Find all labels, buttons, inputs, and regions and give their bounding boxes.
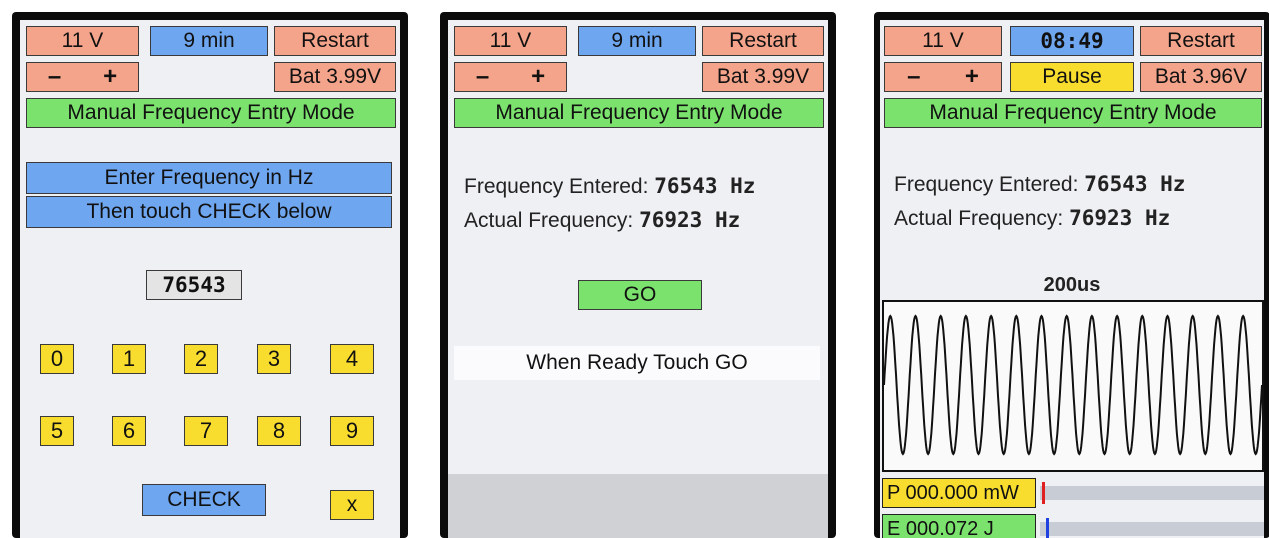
voltage-adjust: – +	[884, 62, 1002, 92]
minus-button[interactable]: –	[48, 63, 61, 91]
actual-frequency-label: Actual Frequency:	[894, 207, 1064, 230]
digit-button-2[interactable]: 2	[184, 344, 218, 374]
cancel-button[interactable]: x	[330, 490, 374, 520]
digit-button-5[interactable]: 5	[40, 416, 74, 446]
battery-indicator: Bat 3.99V	[274, 62, 396, 92]
check-button[interactable]: CHECK	[142, 484, 266, 516]
plus-button[interactable]: +	[965, 63, 979, 91]
confirm-screen: 11 V 9 min Restart – + Bat 3.99V Manual …	[440, 12, 836, 538]
actual-frequency-value: 76923 Hz	[639, 208, 741, 232]
frequency-entered-value: 76543 Hz	[654, 174, 756, 198]
mode-banner: Manual Frequency Entry Mode	[884, 98, 1262, 128]
power-readout: P 000.000 mW	[882, 478, 1036, 508]
actual-frequency-row: Actual Frequency: 76923 Hz	[894, 206, 1170, 231]
oscilloscope-display	[882, 300, 1264, 472]
voltage-adjust: – +	[454, 62, 567, 92]
digit-button-4[interactable]: 4	[330, 344, 374, 374]
digit-button-1[interactable]: 1	[112, 344, 146, 374]
lcd-display: 11 V 9 min Restart – + Bat 3.99V Manual …	[20, 20, 400, 538]
pause-button[interactable]: Pause	[1010, 62, 1134, 92]
frequency-entered-row: Frequency Entered: 76543 Hz	[464, 174, 755, 199]
minus-button[interactable]: –	[476, 63, 489, 91]
frequency-entered-row: Frequency Entered: 76543 Hz	[894, 172, 1185, 197]
frequency-entered-label: Frequency Entered:	[894, 173, 1079, 196]
battery-indicator: Bat 3.96V	[1140, 62, 1262, 92]
timer-display: 9 min	[150, 26, 268, 56]
ready-prompt: When Ready Touch GO	[454, 346, 820, 380]
battery-indicator: Bat 3.99V	[702, 62, 824, 92]
actual-frequency-label: Actual Frequency:	[464, 209, 634, 232]
waveform-trace	[883, 314, 1263, 456]
restart-button[interactable]: Restart	[702, 26, 824, 56]
energy-readout: E 000.072 J	[882, 514, 1036, 538]
power-level-marker	[1042, 482, 1045, 504]
keypad-screen: 11 V 9 min Restart – + Bat 3.99V Manual …	[12, 12, 408, 538]
footer-area	[448, 474, 828, 538]
digit-button-3[interactable]: 3	[257, 344, 291, 374]
power-bar	[1040, 486, 1264, 500]
plus-button[interactable]: +	[103, 63, 117, 91]
running-screen: 11 V 08:49 Restart – + Pause Bat 3.96V M…	[874, 12, 1269, 538]
restart-button[interactable]: Restart	[274, 26, 396, 56]
digit-button-6[interactable]: 6	[112, 416, 146, 446]
timer-display: 9 min	[578, 26, 696, 56]
timebase-label: 200us	[1043, 274, 1101, 296]
instruction-line-2: Then touch CHECK below	[26, 196, 392, 228]
voltage-button[interactable]: 11 V	[454, 26, 567, 56]
frequency-entered-label: Frequency Entered:	[464, 175, 649, 198]
actual-frequency-row: Actual Frequency: 76923 Hz	[464, 208, 740, 233]
digit-button-7[interactable]: 7	[184, 416, 228, 446]
mode-banner: Manual Frequency Entry Mode	[26, 98, 396, 128]
lcd-display: 11 V 08:49 Restart – + Pause Bat 3.96V M…	[880, 20, 1264, 538]
instruction-line-1: Enter Frequency in Hz	[26, 162, 392, 194]
minus-button[interactable]: –	[907, 63, 920, 91]
plus-button[interactable]: +	[531, 63, 545, 91]
energy-bar	[1040, 522, 1264, 536]
voltage-button[interactable]: 11 V	[26, 26, 139, 56]
mode-banner: Manual Frequency Entry Mode	[454, 98, 824, 128]
energy-level-marker	[1046, 518, 1050, 538]
restart-button[interactable]: Restart	[1140, 26, 1262, 56]
actual-frequency-value: 76923 Hz	[1069, 206, 1171, 230]
digit-button-9[interactable]: 9	[330, 416, 374, 446]
frequency-entry-field[interactable]: 76543	[146, 270, 242, 300]
digit-button-8[interactable]: 8	[257, 416, 301, 446]
voltage-adjust: – +	[26, 62, 139, 92]
elapsed-time-display: 08:49	[1010, 26, 1134, 56]
go-button[interactable]: GO	[578, 280, 702, 310]
lcd-display: 11 V 9 min Restart – + Bat 3.99V Manual …	[448, 20, 828, 538]
voltage-button[interactable]: 11 V	[884, 26, 1002, 56]
frequency-entered-value: 76543 Hz	[1084, 172, 1186, 196]
digit-button-0[interactable]: 0	[40, 344, 74, 374]
